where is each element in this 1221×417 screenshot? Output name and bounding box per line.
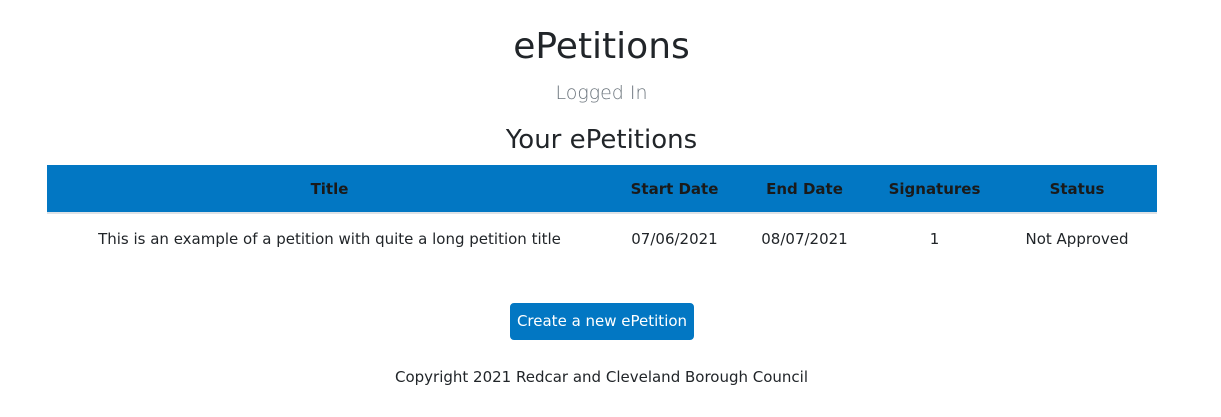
create-petition-button[interactable]: Create a new ePetition — [510, 303, 694, 340]
petition-signatures-cell: 1 — [929, 230, 940, 248]
table-body: This is an example of a petition with qu… — [47, 213, 1157, 264]
footer-copyright: Copyright 2021 Redcar and Cleveland Boro… — [394, 368, 809, 386]
petition-end-date-cell: 08/07/2021 — [761, 230, 848, 248]
section-title: Your ePetitions — [505, 125, 698, 155]
petitions-table: Title Start Date End Date Signatures Sta… — [47, 165, 1157, 264]
column-header-end-date: End Date — [737, 165, 872, 214]
petition-status-cell: Not Approved — [1025, 230, 1129, 248]
column-header-status: Status — [997, 165, 1157, 214]
column-header-signatures: Signatures — [872, 165, 997, 214]
column-header-title: Title — [47, 165, 612, 214]
page: ePetitions Logged In Your ePetitions Tit… — [0, 0, 1221, 417]
column-header-start-date: Start Date — [612, 165, 737, 214]
petition-start-date-cell: 07/06/2021 — [631, 230, 718, 248]
petition-title-cell: This is an example of a petition with qu… — [98, 230, 561, 248]
login-status: Logged In — [555, 82, 648, 104]
table-row[interactable]: This is an example of a petition with qu… — [47, 213, 1157, 264]
app-title: ePetitions — [513, 26, 690, 67]
table-header-row: Title Start Date End Date Signatures Sta… — [47, 165, 1157, 214]
table-header: Title Start Date End Date Signatures Sta… — [47, 165, 1157, 214]
